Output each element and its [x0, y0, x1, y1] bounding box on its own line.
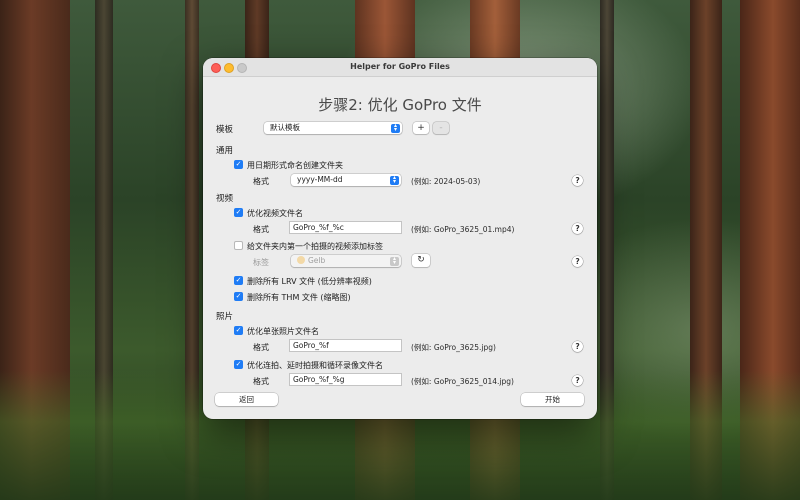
- delete-thm-checkbox[interactable]: ✓: [234, 292, 243, 301]
- title-bar: Helper for GoPro Files: [203, 58, 597, 77]
- template-label: 模板: [216, 125, 234, 135]
- folder-format-value: yyyy-MM-dd: [297, 175, 343, 184]
- help-button[interactable]: ?: [572, 223, 583, 234]
- page-title: 步骤2: 优化 GoPro 文件: [318, 96, 482, 114]
- template-select-value: 默认模板: [270, 123, 300, 132]
- video-format-label: 格式: [253, 225, 269, 234]
- back-button[interactable]: 返回: [215, 393, 278, 406]
- optimize-burst-label: 优化连拍、延时拍摄和循环录像文件名: [247, 361, 383, 370]
- video-format-field[interactable]: GoPro_%f_%c: [289, 221, 402, 234]
- tag-color-select[interactable]: Gelb ▴ ▾: [291, 255, 401, 267]
- single-photo-format-field[interactable]: GoPro_%f: [289, 339, 402, 352]
- folder-format-example: (例如: 2024-05-03): [411, 177, 481, 186]
- folder-format-label: 格式: [253, 177, 269, 186]
- help-button[interactable]: ?: [572, 256, 583, 267]
- create-folders-label: 用日期形式命名创建文件夹: [247, 161, 343, 170]
- section-general: 通用: [216, 146, 234, 156]
- remove-template-button[interactable]: -: [433, 122, 449, 134]
- burst-format-field[interactable]: GoPro_%f_%g: [289, 373, 402, 386]
- single-photo-format-label: 格式: [253, 343, 269, 352]
- tag-first-video-label: 给文件夹内第一个拍摄的视频添加标签: [247, 242, 383, 251]
- optimize-burst-checkbox[interactable]: ✓: [234, 360, 243, 369]
- chevron-updown-icon: ▴ ▾: [390, 174, 399, 185]
- tag-color-dot-icon: [297, 256, 305, 264]
- single-photo-format-example: (例如: GoPro_3625.jpg): [411, 343, 496, 352]
- folder-format-select[interactable]: yyyy-MM-dd ▴ ▾: [291, 174, 401, 186]
- burst-format-label: 格式: [253, 377, 269, 386]
- optimize-single-photo-label: 优化单张照片文件名: [247, 327, 319, 336]
- template-select[interactable]: 默认模板 ▴ ▾: [264, 122, 402, 134]
- chevron-updown-icon: ▴ ▾: [391, 122, 400, 133]
- tag-color-value: Gelb: [308, 256, 326, 265]
- section-photo: 照片: [216, 312, 234, 322]
- window-title: Helper for GoPro Files: [350, 62, 450, 71]
- chevron-updown-icon: ▴ ▾: [390, 255, 399, 266]
- burst-format-example: (例如: GoPro_3625_014.jpg): [411, 377, 514, 386]
- tag-label: 标签: [253, 258, 269, 267]
- delete-lrv-label: 删除所有 LRV 文件 (低分辨率视频): [247, 277, 372, 286]
- help-button[interactable]: ?: [572, 375, 583, 386]
- help-button[interactable]: ?: [572, 341, 583, 352]
- delete-lrv-checkbox[interactable]: ✓: [234, 276, 243, 285]
- delete-thm-label: 删除所有 THM 文件 (缩略图): [247, 293, 351, 302]
- optimize-video-names-label: 优化视频文件名: [247, 209, 303, 218]
- start-button[interactable]: 开始: [521, 393, 584, 406]
- refresh-tags-button[interactable]: ↻: [412, 254, 430, 267]
- refresh-icon: ↻: [417, 255, 425, 265]
- section-video: 视频: [216, 194, 234, 204]
- tag-first-video-checkbox[interactable]: [234, 241, 243, 250]
- add-template-button[interactable]: +: [413, 122, 429, 134]
- optimize-single-photo-checkbox[interactable]: ✓: [234, 326, 243, 335]
- video-format-example: (例如: GoPro_3625_01.mp4): [411, 225, 515, 234]
- optimize-video-names-checkbox[interactable]: ✓: [234, 208, 243, 217]
- help-button[interactable]: ?: [572, 175, 583, 186]
- create-folders-checkbox[interactable]: ✓: [234, 160, 243, 169]
- app-window: Helper for GoPro Files 步骤2: 优化 GoPro 文件 …: [203, 58, 597, 419]
